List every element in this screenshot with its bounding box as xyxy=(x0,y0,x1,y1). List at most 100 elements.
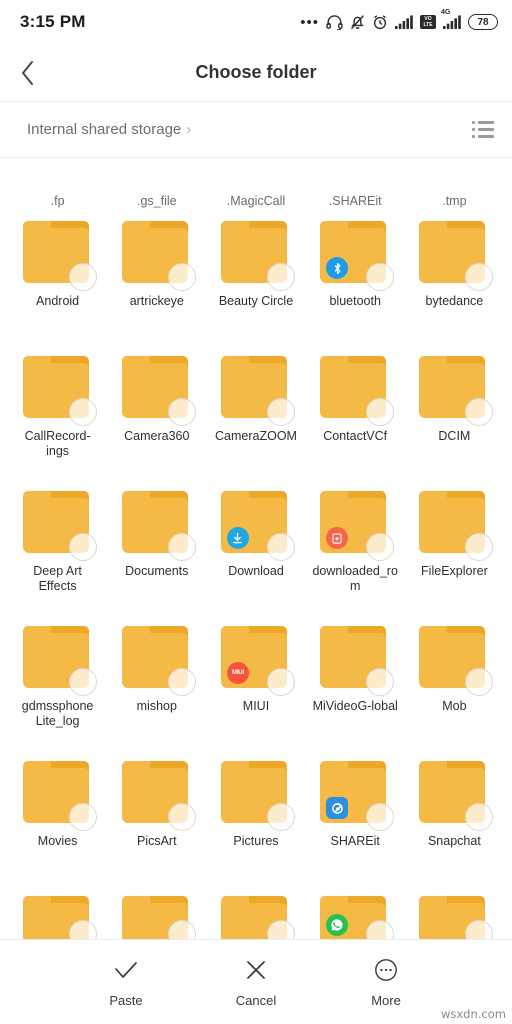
folder-item-label: Download xyxy=(228,564,284,578)
folder-select-indicator[interactable] xyxy=(465,263,494,291)
folder-item[interactable]: MIUI MIUI xyxy=(206,614,305,749)
title-bar: Choose folder xyxy=(0,44,512,102)
folder-select-indicator[interactable] xyxy=(366,533,395,561)
folder-select-indicator[interactable] xyxy=(366,398,395,426)
folder-item[interactable]: artrickeye xyxy=(107,209,206,344)
folder-select-indicator[interactable] xyxy=(465,398,494,426)
folder-select-indicator[interactable] xyxy=(68,803,97,831)
folder-select-indicator[interactable] xyxy=(68,398,97,426)
folder-item-label: .tmp xyxy=(442,194,467,208)
folder-select-indicator[interactable] xyxy=(68,263,97,291)
status-bar: 3:15 PM ••• VO LTE 4G 78 xyxy=(0,0,512,44)
folder-select-indicator[interactable] xyxy=(68,533,97,561)
folder-select-indicator[interactable] xyxy=(366,263,395,291)
folder-item[interactable]: Beauty Circle xyxy=(206,209,305,344)
folder-item[interactable]: Snapchat xyxy=(405,749,504,884)
cancel-button-label: Cancel xyxy=(235,992,277,1008)
folder-item[interactable]: mishop xyxy=(107,614,206,749)
folder-item-label: Beauty Circle xyxy=(218,294,294,308)
folder-item-label: gdmssphone Lite_log xyxy=(21,699,94,728)
paste-button-label: Paste xyxy=(109,992,143,1008)
folder-item[interactable] xyxy=(306,884,405,939)
folder-select-indicator[interactable] xyxy=(167,398,196,426)
folder-item[interactable]: DCIM xyxy=(405,344,504,479)
folder-item[interactable]: Camera360 xyxy=(107,344,206,479)
folder-item[interactable]: downloaded_rom xyxy=(306,479,405,614)
folder-item-label: FileExplorer xyxy=(421,564,488,578)
folder-item[interactable]: .fp xyxy=(8,159,107,209)
folder-item[interactable]: Documents xyxy=(107,479,206,614)
folder-item[interactable] xyxy=(107,884,206,939)
folder-item[interactable]: Android xyxy=(8,209,107,344)
folder-item[interactable]: SHAREit xyxy=(306,749,405,884)
folder-item[interactable]: Pictures xyxy=(206,749,305,884)
folder-item[interactable]: gdmssphone Lite_log xyxy=(8,614,107,749)
download-icon xyxy=(226,527,249,549)
cancel-button[interactable]: Cancel xyxy=(215,957,297,1008)
folder-select-indicator[interactable] xyxy=(167,668,196,696)
signal-bars-icon xyxy=(395,15,413,29)
folder-select-indicator[interactable] xyxy=(266,263,295,291)
folder-item[interactable]: MiVideoG-lobal xyxy=(306,614,405,749)
folder-item[interactable]: .gs_file xyxy=(107,159,206,209)
paste-button[interactable]: Paste xyxy=(85,957,167,1008)
list-view-row xyxy=(472,135,494,138)
folder-item[interactable] xyxy=(8,884,107,939)
folder-item[interactable]: CameraZOOM xyxy=(206,344,305,479)
folder-icon xyxy=(419,896,494,939)
folder-select-indicator[interactable] xyxy=(366,920,395,939)
folder-select-indicator[interactable] xyxy=(465,533,494,561)
folder-select-indicator[interactable] xyxy=(266,398,295,426)
folder-select-indicator[interactable] xyxy=(366,668,395,696)
folder-item[interactable]: CallRecord- ings xyxy=(8,344,107,479)
folder-select-indicator[interactable] xyxy=(68,668,97,696)
folder-icon xyxy=(220,491,295,561)
more-button[interactable]: More xyxy=(345,957,427,1008)
miui-icon: MIUI xyxy=(226,662,249,684)
folder-icon xyxy=(320,356,395,426)
folder-select-indicator[interactable] xyxy=(167,263,196,291)
breadcrumb[interactable]: Internal shared storage › xyxy=(27,121,191,138)
folder-select-indicator[interactable] xyxy=(266,920,295,939)
folder-item[interactable] xyxy=(405,884,504,939)
list-view-icon[interactable] xyxy=(472,121,494,138)
folder-item[interactable]: Download xyxy=(206,479,305,614)
folder-select-indicator[interactable] xyxy=(266,668,295,696)
folder-item[interactable]: ContactVCf xyxy=(306,344,405,479)
folder-select-indicator[interactable] xyxy=(465,803,494,831)
bottom-action-bar: Paste Cancel More wsxdn.com xyxy=(0,939,512,1024)
close-icon xyxy=(245,957,267,983)
folder-item[interactable]: .tmp xyxy=(405,159,504,209)
folder-icon xyxy=(121,356,196,426)
folder-select-indicator[interactable] xyxy=(465,920,494,939)
folder-item[interactable]: .MagicCall xyxy=(206,159,305,209)
folder-icon xyxy=(121,221,196,291)
folder-icon xyxy=(121,896,196,939)
folder-item[interactable]: bluetooth xyxy=(306,209,405,344)
folder-select-indicator[interactable] xyxy=(266,533,295,561)
folder-icon xyxy=(419,356,494,426)
folder-select-indicator[interactable] xyxy=(465,668,494,696)
folder-select-indicator[interactable] xyxy=(167,803,196,831)
folder-item-label: .gs_file xyxy=(136,194,177,208)
folder-item[interactable]: FileExplorer xyxy=(405,479,504,614)
folder-select-indicator[interactable] xyxy=(366,803,395,831)
folder-item[interactable] xyxy=(206,884,305,939)
folder-item-label: artrickeye xyxy=(129,294,184,308)
folder-item[interactable]: Movies xyxy=(8,749,107,884)
folder-select-indicator[interactable] xyxy=(167,533,196,561)
folder-item[interactable]: .SHAREit xyxy=(306,159,405,209)
watermark: wsxdn.com xyxy=(440,1007,506,1021)
folder-icon xyxy=(320,221,395,291)
folder-select-indicator[interactable] xyxy=(167,920,196,939)
folder-item-label: .SHAREit xyxy=(328,194,382,208)
folder-select-indicator[interactable] xyxy=(68,920,97,939)
volte-bottom-text: LTE xyxy=(423,22,433,28)
back-button[interactable] xyxy=(0,45,56,101)
folder-item[interactable]: PicsArt xyxy=(107,749,206,884)
folder-grid-scroll[interactable]: .fp .gs_file .MagicCall .SHAREit .tmp Androi… xyxy=(0,159,512,939)
folder-item[interactable]: Deep Art Effects xyxy=(8,479,107,614)
folder-select-indicator[interactable] xyxy=(266,803,295,831)
folder-item[interactable]: bytedance xyxy=(405,209,504,344)
folder-item[interactable]: Mob xyxy=(405,614,504,749)
